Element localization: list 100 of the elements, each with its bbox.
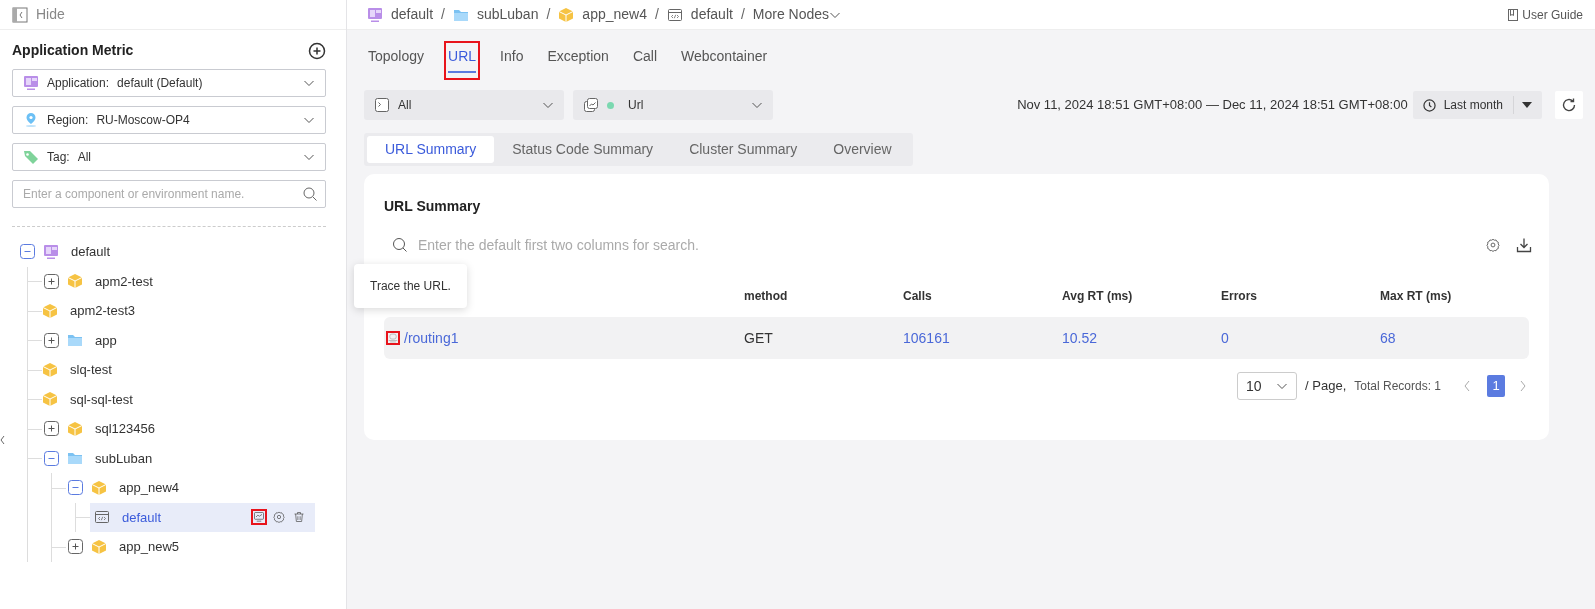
column-header: Errors <box>1221 288 1259 305</box>
time-range-dropdown[interactable]: Last month <box>1412 91 1542 119</box>
tree-item[interactable]: app_new5 <box>91 535 183 559</box>
tooltip: Trace the URL. <box>354 264 467 308</box>
search-icon[interactable] <box>302 186 318 202</box>
breadcrumb-link[interactable]: default <box>666 4 733 25</box>
cube-icon <box>91 479 107 496</box>
segment-tab[interactable]: URL Summary <box>367 136 495 163</box>
column-header: Calls <box>903 288 933 305</box>
tree-item[interactable]: sql-sql-test <box>42 387 137 411</box>
folder-icon <box>67 332 83 349</box>
tree-item[interactable]: apm2-test3 <box>42 299 140 323</box>
tree-item[interactable]: app_new4 <box>91 476 183 500</box>
segment-tab[interactable]: Status Code Summary <box>494 136 672 163</box>
tree-item[interactable]: slq-test <box>42 358 116 382</box>
folder-icon <box>67 450 83 467</box>
tree-item-label: default <box>121 508 163 527</box>
tree-item[interactable]: subLuban <box>67 446 157 470</box>
page-size-dropdown[interactable]: 10 <box>1237 372 1298 400</box>
trace-icon[interactable] <box>386 331 400 345</box>
tree-item[interactable]: app <box>67 328 121 352</box>
page-button[interactable]: 1 <box>1487 375 1505 397</box>
instance-dropdown[interactable]: All <box>364 90 564 120</box>
tag-icon <box>23 149 39 165</box>
caret-down-icon <box>1522 102 1532 108</box>
column-header: Max RT (ms) <box>1380 288 1453 305</box>
tab[interactable]: Webcontainer <box>677 41 772 80</box>
refresh-button[interactable] <box>1555 91 1583 119</box>
settings-icon[interactable] <box>271 509 287 526</box>
value-link[interactable]: 106161 <box>903 327 950 349</box>
value-link[interactable]: 10.52 <box>1062 327 1098 349</box>
book-icon <box>1508 8 1519 21</box>
download-icon[interactable] <box>1516 237 1532 253</box>
expand-toggle-icon[interactable] <box>44 273 59 289</box>
breadcrumb-link[interactable]: More Nodes <box>752 4 842 25</box>
map-pin-icon <box>23 112 39 128</box>
dropdown-value: All <box>77 149 93 166</box>
dropdown-value: default (Default) <box>117 75 204 92</box>
type-dropdown[interactable]: Url <box>573 90 773 120</box>
next-page-icon[interactable] <box>1519 380 1527 392</box>
tree-item-label: default <box>70 243 112 261</box>
per-page-label: / Page, <box>1305 377 1347 396</box>
chart-cards-icon <box>583 97 599 113</box>
value-link[interactable]: 68 <box>1380 327 1396 349</box>
tree-item[interactable]: default <box>90 502 315 532</box>
tab[interactable]: Exception <box>543 41 613 80</box>
cube-icon <box>558 6 575 23</box>
app-grid-icon <box>23 75 39 91</box>
cube-icon <box>42 361 58 378</box>
segment-tab[interactable]: Cluster Summary <box>671 136 816 163</box>
tree-item[interactable]: sql123456 <box>67 417 159 441</box>
panel-title: URL Summary <box>384 197 482 216</box>
search-field[interactable]: Enter a component or environment name. <box>12 180 326 208</box>
dropdown-label: Tag: <box>47 149 70 166</box>
total-records: Total Records: 1 <box>1354 378 1441 395</box>
sidebar-title: Application Metric <box>12 41 134 60</box>
dropdown-label: Region: <box>47 112 89 129</box>
tree-item[interactable]: default <box>43 240 115 264</box>
expand-toggle-icon[interactable] <box>44 421 59 437</box>
breadcrumb-link[interactable]: default <box>367 4 434 25</box>
search-icon <box>392 237 408 253</box>
tree-item-label: subLuban <box>94 449 154 468</box>
collapse-toggle-icon[interactable] <box>44 450 59 466</box>
table-cell-text: GET <box>744 328 773 348</box>
dropdown-value: All <box>398 97 413 114</box>
tab[interactable]: Call <box>628 41 662 80</box>
tree-item-label: app_new5 <box>118 538 180 556</box>
url-link[interactable]: /routing1 <box>404 327 459 349</box>
value-link[interactable]: 0 <box>1221 327 1229 349</box>
tab[interactable]: Topology <box>364 41 429 80</box>
hide-link[interactable]: Hide <box>36 4 65 25</box>
add-circle-icon[interactable] <box>308 41 326 60</box>
collapse-toggle-icon[interactable] <box>68 480 83 496</box>
breadcrumb-link[interactable]: subLuban <box>452 4 539 25</box>
tab[interactable]: Info <box>496 41 528 80</box>
segment-tab[interactable]: Overview <box>815 136 910 163</box>
prev-page-icon[interactable] <box>1463 380 1471 392</box>
chevron-icon[interactable] <box>0 436 5 444</box>
expand-toggle-icon[interactable] <box>44 332 59 348</box>
expand-toggle-icon[interactable] <box>68 539 83 555</box>
region-dropdown[interactable]: Region: RU-Moscow-OP4 <box>12 106 326 134</box>
tree-item-label: slq-test <box>69 361 113 379</box>
monitor-chart-icon[interactable] <box>251 509 267 526</box>
code-window-icon <box>666 6 683 23</box>
tree-item[interactable]: apm2-test <box>67 269 157 293</box>
breadcrumb-separator: / <box>654 5 659 24</box>
tab[interactable]: URL <box>444 41 481 80</box>
column-header: Avg RT (ms) <box>1062 288 1134 305</box>
cube-icon <box>67 273 83 290</box>
settings-icon[interactable] <box>1486 238 1500 252</box>
cube-icon <box>91 538 107 555</box>
dropdown-label: Application: <box>47 75 110 92</box>
application-dropdown[interactable]: Application: default (Default) <box>12 69 326 97</box>
breadcrumb-link[interactable]: app_new4 <box>558 4 647 25</box>
tree-item-label: apm2-test3 <box>69 302 137 320</box>
collapse-toggle-icon[interactable] <box>20 244 35 260</box>
collapse-panel-icon[interactable] <box>12 6 28 23</box>
user-guide-link[interactable]: User Guide <box>1508 5 1583 24</box>
dropdown-value: Url <box>628 97 645 114</box>
tag-dropdown[interactable]: Tag: All <box>12 143 326 171</box>
